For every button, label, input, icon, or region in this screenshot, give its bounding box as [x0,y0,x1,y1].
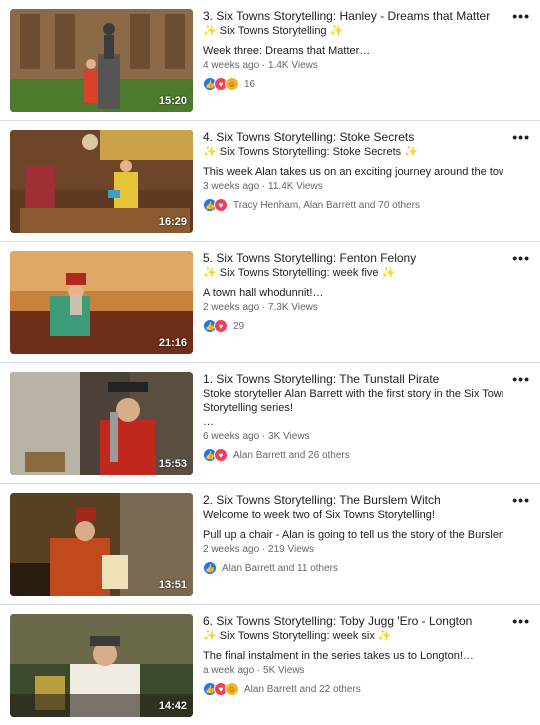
reaction-count[interactable]: Alan Barrett and 11 others [222,563,338,574]
video-item[interactable]: 13:51 2. Six Towns Storytelling: The Bur… [0,484,540,605]
reaction-count[interactable]: Alan Barrett and 26 others [233,450,350,461]
video-meta: 3 weeks ago · 11.4K Views [203,181,323,192]
video-meta: 2 weeks ago · 219 Views [203,544,314,555]
video-title[interactable]: 1. Six Towns Storytelling: The Tunstall … [203,372,503,387]
video-description: This week Alan takes us on an exciting j… [203,166,503,178]
more-options-icon[interactable]: ••• [512,492,530,508]
video-info: 6. Six Towns Storytelling: Toby Jugg 'Er… [203,614,503,696]
video-title[interactable]: 3. Six Towns Storytelling: Hanley - Drea… [203,9,503,24]
video-duration: 16:29 [158,216,187,228]
more-options-icon[interactable]: ••• [512,250,530,266]
video-subtitle-text: Six Towns Storytelling: week five [219,267,379,279]
video-subtitle-text: Six Towns Storytelling [219,25,327,37]
video-info: 4. Six Towns Storytelling: Stoke Secrets… [203,130,503,212]
video-thumbnail[interactable]: 16:29 [10,130,193,233]
video-item[interactable]: 15:53 1. Six Towns Storytelling: The Tun… [0,363,540,484]
video-description: Week three: Dreams that Matter… [203,45,371,57]
more-options-icon[interactable]: ••• [512,8,530,24]
love-icon: ♥ [214,319,228,333]
reaction-count[interactable]: Alan Barrett and 22 others [244,684,361,695]
video-subtitle-text: Six Towns Storytelling: week six [219,630,375,642]
video-thumbnail[interactable]: 15:20 [10,9,193,112]
more-options-icon[interactable]: ••• [512,613,530,629]
reactions-bar[interactable]: 👍 ♥ 29 [203,319,503,333]
reactions-bar[interactable]: 👍 ♥ ☺ 16 [203,77,503,91]
video-subtitle: ✨ Six Towns Storytelling: week five ✨ [203,266,503,280]
video-duration: 14:42 [158,700,187,712]
video-title[interactable]: 5. Six Towns Storytelling: Fenton Felony [203,251,503,266]
video-info: 1. Six Towns Storytelling: The Tunstall … [203,372,503,462]
video-title[interactable]: 6. Six Towns Storytelling: Toby Jugg 'Er… [203,614,503,629]
video-title[interactable]: 2. Six Towns Storytelling: The Burslem W… [203,493,503,508]
reaction-count[interactable]: Tracy Henham, Alan Barrett and 70 others [233,200,420,211]
reactions-bar[interactable]: 👍 Alan Barrett and 11 others [203,561,503,575]
reactions-bar[interactable]: 👍 ♥ Tracy Henham, Alan Barrett and 70 ot… [203,198,503,212]
video-list: 15:20 3. Six Towns Storytelling: Hanley … [0,0,540,725]
video-title[interactable]: 4. Six Towns Storytelling: Stoke Secrets [203,130,503,145]
sparkle-icon: ✨ [377,630,392,642]
video-meta: a week ago · 5K Views [203,665,305,676]
care-icon: ☺ [225,77,239,91]
video-duration: 15:20 [158,95,187,107]
video-description: The final instalment in the series takes… [203,650,474,662]
more-options-icon[interactable]: ••• [512,371,530,387]
video-item[interactable]: 14:42 6. Six Towns Storytelling: Toby Ju… [0,605,540,725]
video-meta: 2 weeks ago · 7.3K Views [203,302,318,313]
sparkle-icon: ✨ [404,146,418,158]
video-description-line1: Stoke storyteller Alan Barrett with the … [203,388,503,400]
reaction-count[interactable]: 16 [244,79,255,90]
video-description: A town hall whodunnit!… [203,287,324,299]
video-description-line1: Welcome to week two of Six Towns Storyte… [203,509,435,521]
video-meta: 6 weeks ago · 3K Views [203,431,310,442]
video-info: 2. Six Towns Storytelling: The Burslem W… [203,493,503,575]
sparkle-icon: ✨ [203,267,217,279]
video-description-more: … [203,416,214,428]
video-duration: 15:53 [158,458,187,470]
video-thumbnail[interactable]: 21:16 [10,251,193,354]
video-description-line2: Storytelling series! [203,402,293,414]
sparkle-icon: ✨ [203,630,217,642]
video-duration: 21:16 [158,337,187,349]
video-subtitle: ✨ Six Towns Storytelling: Stoke Secrets … [203,145,503,159]
video-thumbnail[interactable]: 15:53 [10,372,193,475]
video-item[interactable]: 15:20 3. Six Towns Storytelling: Hanley … [0,0,540,121]
video-item[interactable]: 21:16 5. Six Towns Storytelling: Fenton … [0,242,540,363]
video-description: Pull up a chair - Alan is going to tell … [203,529,503,541]
video-item[interactable]: 16:29 4. Six Towns Storytelling: Stoke S… [0,121,540,242]
sparkle-icon: ✨ [203,146,217,158]
sparkle-icon: ✨ [203,25,217,37]
video-meta: 4 weeks ago · 1.4K Views [203,60,318,71]
video-subtitle: ✨ Six Towns Storytelling: week six ✨ [203,629,503,643]
video-info: 3. Six Towns Storytelling: Hanley - Drea… [203,9,503,91]
reactions-bar[interactable]: 👍 ♥ ☺ Alan Barrett and 22 others [203,682,503,696]
like-icon: 👍 [203,561,217,575]
video-thumbnail[interactable]: 13:51 [10,493,193,596]
care-icon: ☺ [225,682,239,696]
love-icon: ♥ [214,448,228,462]
video-duration: 13:51 [158,579,187,591]
reaction-count[interactable]: 29 [233,321,244,332]
sparkle-icon: ✨ [329,25,344,37]
video-subtitle-text: Six Towns Storytelling: Stoke Secrets [219,146,402,158]
reactions-bar[interactable]: 👍 ♥ Alan Barrett and 26 others [203,448,503,462]
video-thumbnail[interactable]: 14:42 [10,614,193,717]
sparkle-icon: ✨ [381,267,396,279]
more-options-icon[interactable]: ••• [512,129,530,145]
video-subtitle: ✨ Six Towns Storytelling ✨ [203,24,503,38]
video-info: 5. Six Towns Storytelling: Fenton Felony… [203,251,503,333]
love-icon: ♥ [214,198,228,212]
